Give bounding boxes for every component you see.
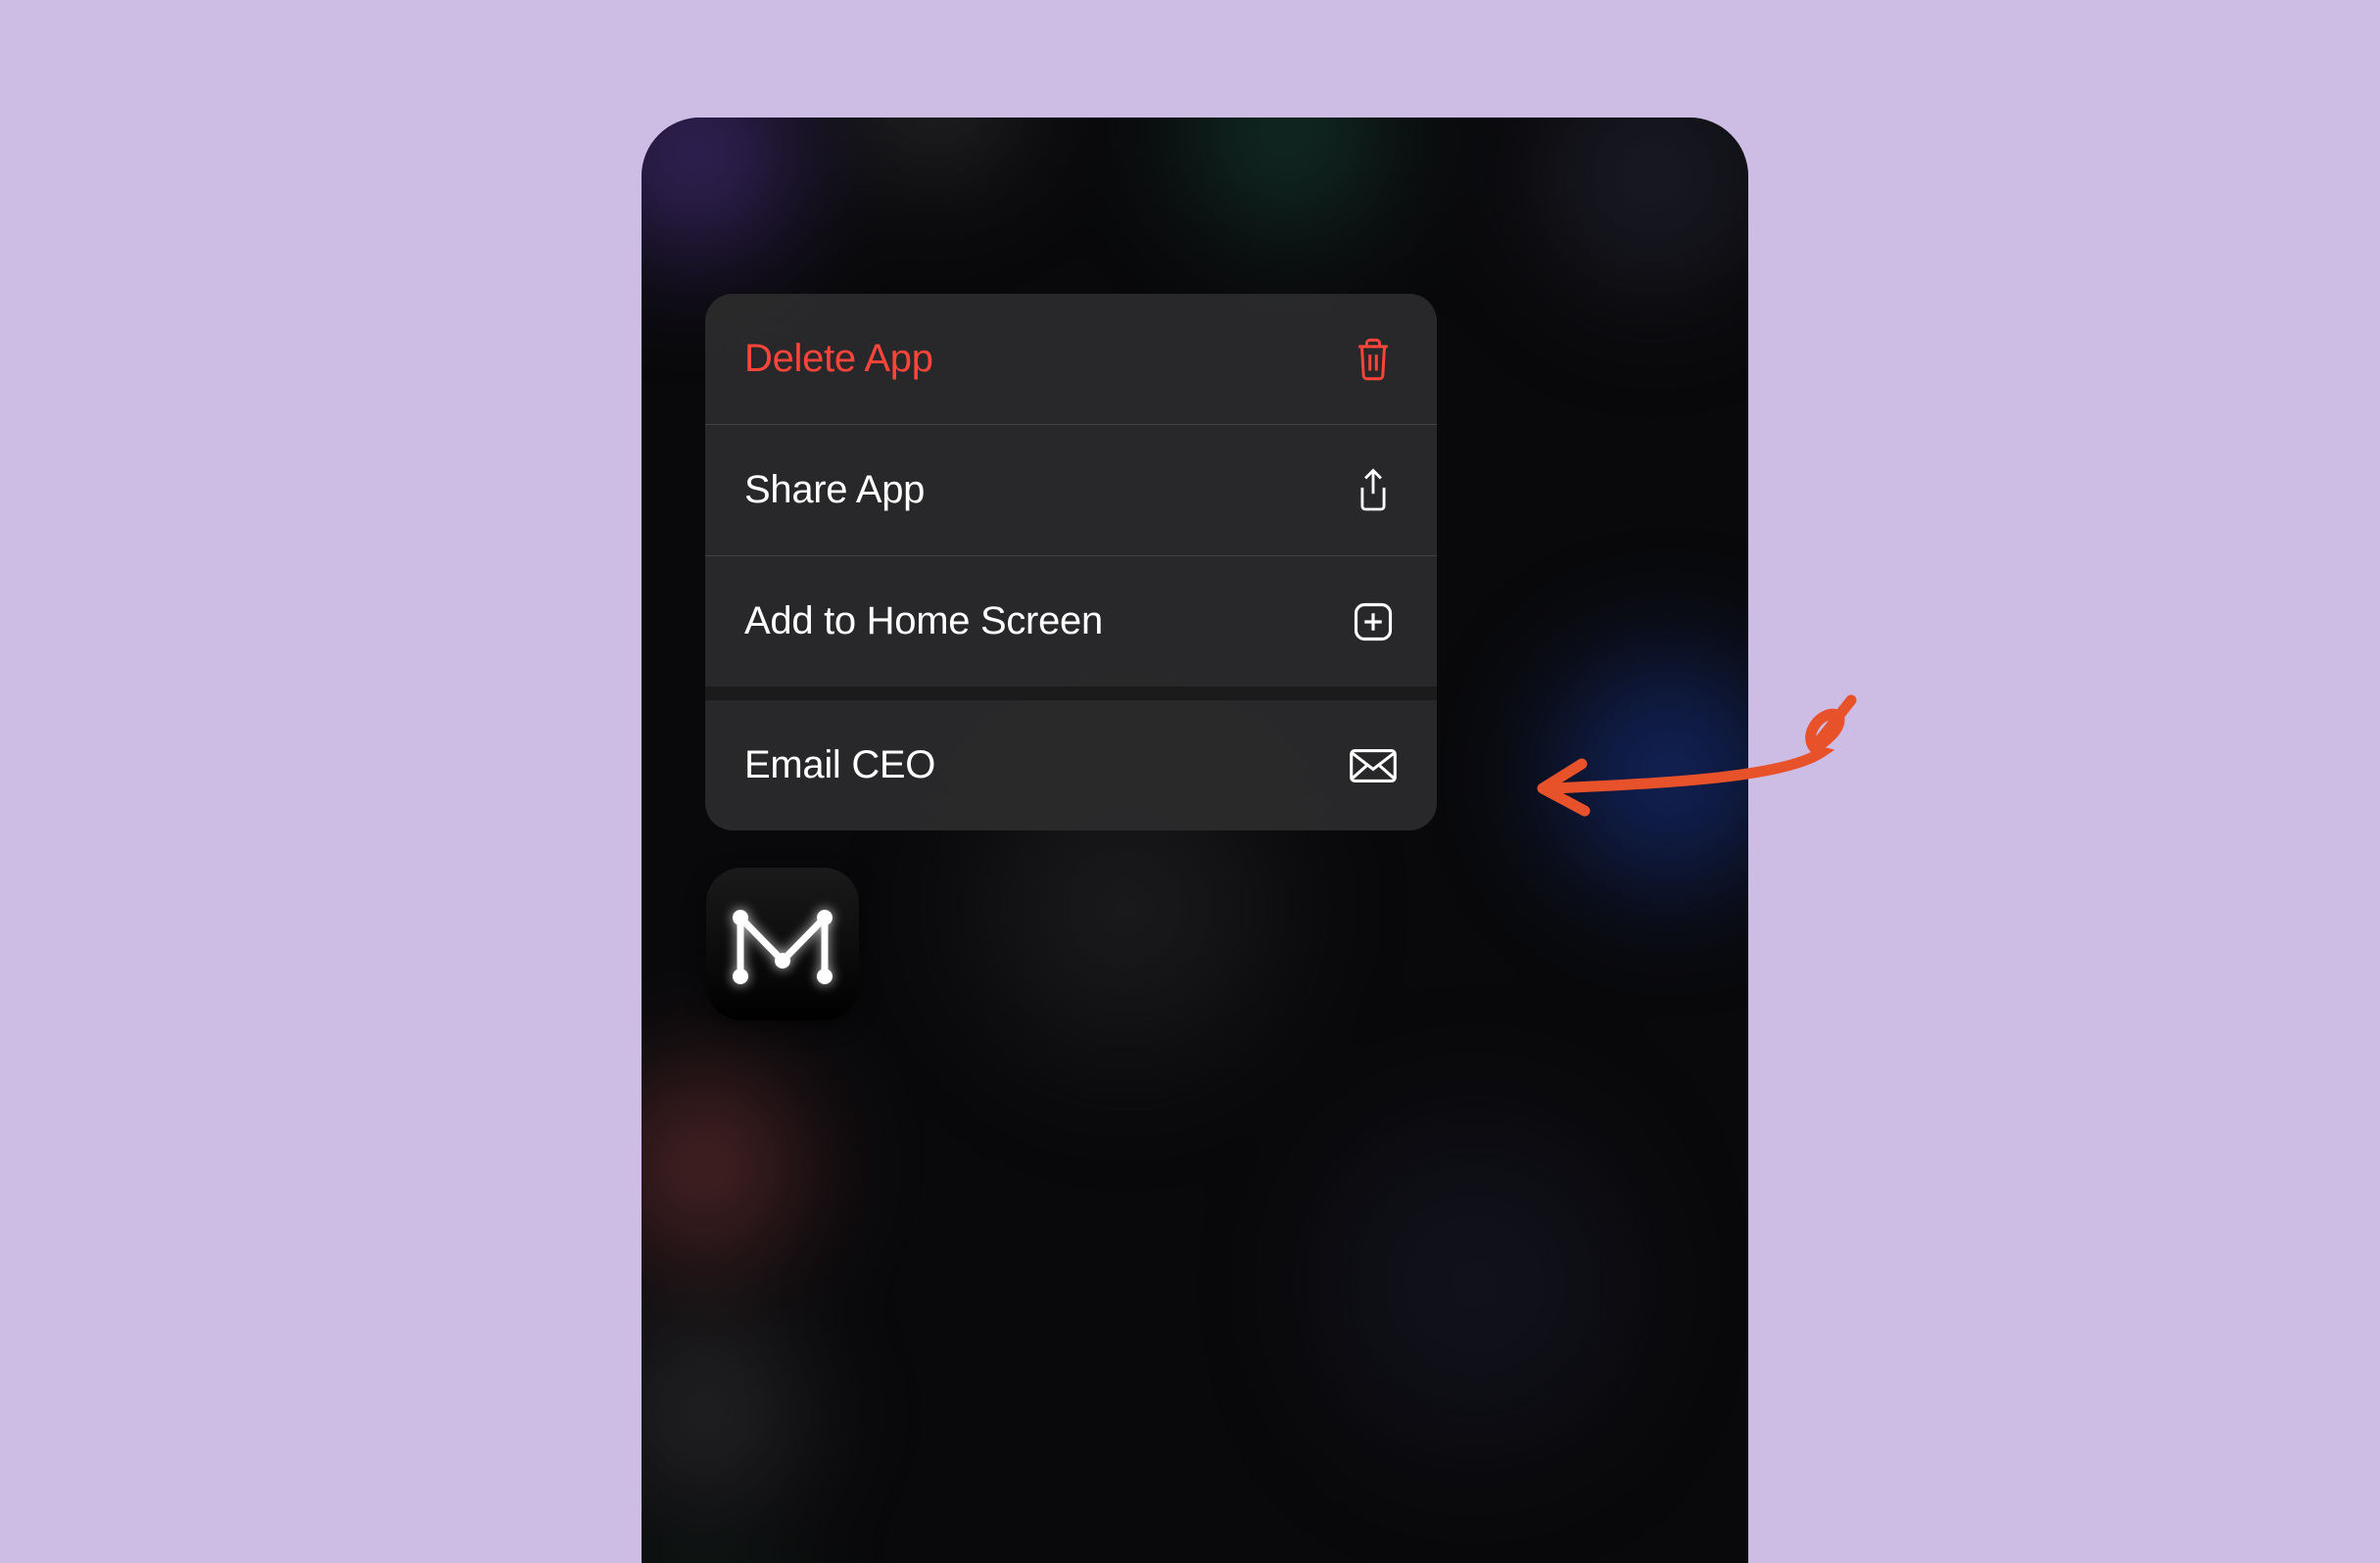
m-logo-icon — [729, 900, 836, 988]
menu-item-share-app[interactable]: Share App — [705, 425, 1437, 555]
menu-item-label: Email CEO — [744, 743, 935, 787]
menu-item-email-ceo[interactable]: Email CEO — [705, 700, 1437, 830]
menu-item-label: Delete App — [744, 337, 933, 381]
menu-item-delete-app[interactable]: Delete App — [705, 294, 1437, 424]
menu-item-label: Share App — [744, 468, 925, 512]
plus-square-icon — [1349, 597, 1398, 646]
app-icon-m[interactable] — [706, 868, 859, 1020]
menu-item-add-to-home[interactable]: Add to Home Screen — [705, 556, 1437, 687]
menu-item-label: Add to Home Screen — [744, 599, 1103, 643]
mail-icon — [1349, 741, 1398, 790]
trash-icon — [1349, 335, 1398, 384]
app-context-menu: Delete App Share App Add to Home Screen — [705, 294, 1437, 830]
share-icon — [1349, 466, 1398, 515]
menu-section-divider — [705, 687, 1437, 700]
